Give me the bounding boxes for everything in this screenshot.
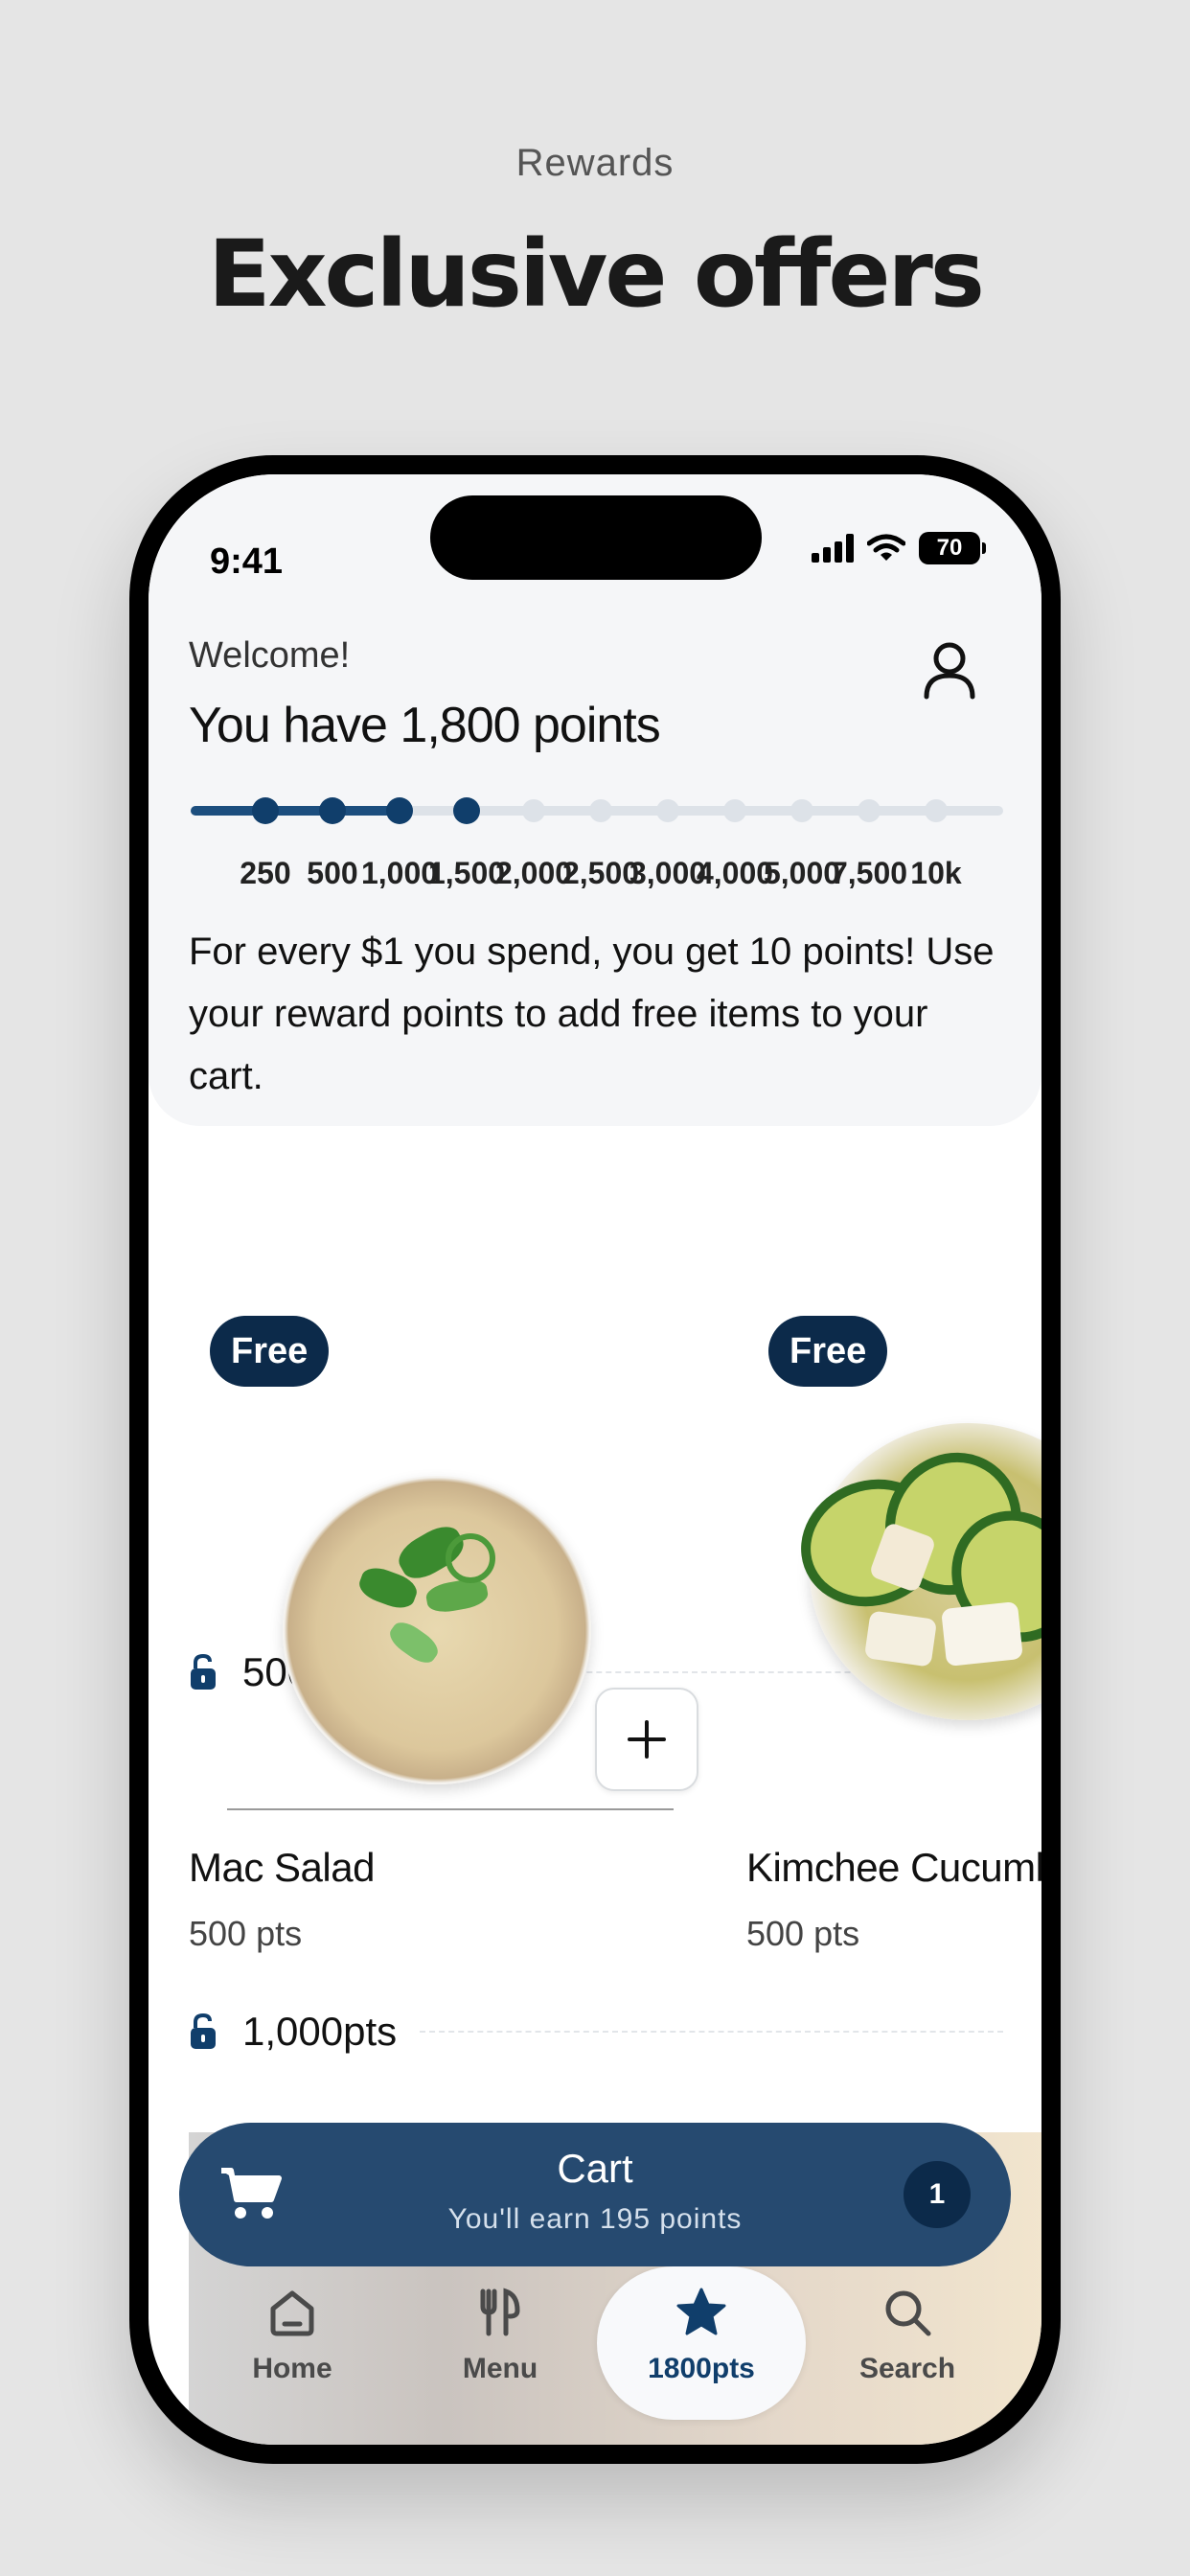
milestone-label: 3,000 xyxy=(629,856,707,890)
milestone-label: 4,000 xyxy=(696,856,774,890)
milestone-label: 10k xyxy=(910,856,962,890)
milestone-dot xyxy=(252,797,279,824)
milestone-label: 2,000 xyxy=(494,856,573,890)
battery-icon: 70 xyxy=(919,532,986,564)
milestone-label: 7,500 xyxy=(830,856,908,890)
utensils-icon xyxy=(480,2288,520,2336)
phone-frame: 9:41 70 Welcome! You have 1,800 points 2… xyxy=(129,455,1061,2464)
milestone-label: 1,500 xyxy=(427,856,506,890)
progress-fill xyxy=(191,806,400,816)
unlock-icon xyxy=(191,1653,216,1690)
phone-screen: 9:41 70 Welcome! You have 1,800 points 2… xyxy=(149,474,1041,2445)
mac-salad-image[interactable] xyxy=(283,1476,591,1784)
tab-home[interactable]: Home xyxy=(225,2286,359,2385)
item-name[interactable]: Mac Salad xyxy=(189,1845,375,1891)
milestone-label: 2,500 xyxy=(561,856,640,890)
cart-button[interactable]: Cart You'll earn 195 points 1 xyxy=(179,2123,1011,2266)
points-progress-bar xyxy=(191,795,1003,824)
tier-divider xyxy=(420,2031,1003,2033)
plus-icon xyxy=(628,1720,666,1759)
tab-rewards[interactable]: 1800pts xyxy=(634,2286,768,2385)
profile-icon[interactable] xyxy=(921,639,978,701)
milestone-dot xyxy=(453,797,480,824)
tab-menu[interactable]: Menu xyxy=(433,2286,567,2385)
home-icon xyxy=(270,2290,314,2336)
cart-count-badge: 1 xyxy=(904,2161,971,2228)
page-title: Exclusive offers xyxy=(208,220,985,328)
welcome-text: Welcome! xyxy=(189,635,351,676)
status-time: 9:41 xyxy=(210,541,284,582)
milestone-dot xyxy=(790,799,813,822)
item-points: 500 pts xyxy=(746,1914,860,1953)
star-icon xyxy=(676,2288,726,2335)
item-points: 500 pts xyxy=(189,1914,303,1953)
milestone-dot xyxy=(522,799,545,822)
milestone-dot xyxy=(319,797,346,824)
cart-earn-text: You'll earn 195 points xyxy=(447,2203,743,2235)
cart-title: Cart xyxy=(557,2146,633,2191)
milestone-dot xyxy=(386,797,413,824)
unlock-icon xyxy=(191,2012,216,2049)
dynamic-island xyxy=(430,495,762,580)
points-balance: You have 1,800 points xyxy=(189,698,661,753)
page-subtitle: Rewards xyxy=(515,142,675,184)
wifi-icon xyxy=(867,534,905,561)
milestone-label: 5,000 xyxy=(763,856,841,890)
tab-search[interactable]: Search xyxy=(840,2286,974,2385)
signal-icon xyxy=(812,534,854,563)
milestone-dot xyxy=(858,799,881,822)
item-divider xyxy=(227,1808,674,1810)
add-mac-salad-button[interactable] xyxy=(595,1688,698,1791)
tab-label: Menu xyxy=(462,2353,538,2384)
milestone-dot xyxy=(925,799,948,822)
tier-1000-heading: 1,000pts xyxy=(189,2008,1003,2056)
milestone-dot xyxy=(656,799,679,822)
status-icons: 70 xyxy=(812,532,986,564)
milestone-label: 250 xyxy=(240,856,291,890)
milestone-dot xyxy=(723,799,746,822)
milestone-label: 500 xyxy=(307,856,358,890)
free-badge: Free xyxy=(210,1316,330,1387)
tab-label: 1800pts xyxy=(648,2353,755,2384)
milestone-label: 1,000 xyxy=(360,856,439,890)
points-info: For every $1 you spend, you get 10 point… xyxy=(189,931,995,1097)
free-badge: Free xyxy=(768,1316,888,1387)
item-name[interactable]: Kimchee Cucumber xyxy=(746,1845,1041,1891)
tab-label: Search xyxy=(858,2353,956,2384)
milestone-dot xyxy=(589,799,612,822)
search-icon xyxy=(885,2290,931,2336)
tab-label: Home xyxy=(252,2353,332,2384)
tier-label: 1,000pts xyxy=(242,2009,398,2054)
